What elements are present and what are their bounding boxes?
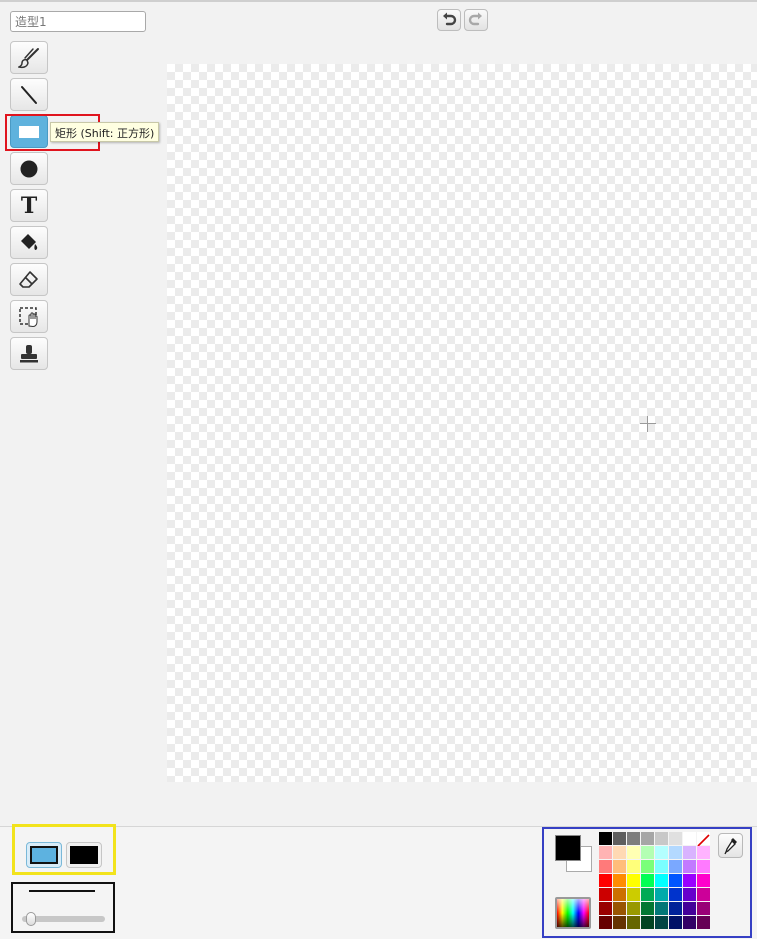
palette-color-swatch[interactable] <box>599 902 612 915</box>
palette-color-swatch[interactable] <box>669 846 682 859</box>
outline-shape-option[interactable] <box>66 842 102 868</box>
palette-color-swatch[interactable] <box>599 860 612 873</box>
stamp-icon <box>20 344 38 362</box>
palette-color-swatch[interactable] <box>613 916 626 929</box>
text-tool-button[interactable]: T <box>10 189 48 222</box>
ellipse-icon <box>20 160 38 177</box>
color-spectrum-button[interactable] <box>555 897 591 929</box>
text-icon: T <box>20 192 38 219</box>
palette-color-swatch[interactable] <box>683 916 696 929</box>
palette-color-swatch[interactable] <box>683 846 696 859</box>
filled-shape-preview <box>30 846 58 864</box>
primary-color-swatch[interactable] <box>555 835 581 861</box>
palette-color-swatch[interactable] <box>669 916 682 929</box>
undo-button[interactable] <box>437 9 461 31</box>
fill-tool-button[interactable] <box>10 226 48 259</box>
palette-color-swatch[interactable] <box>613 902 626 915</box>
palette-color-swatch[interactable] <box>655 832 668 845</box>
line-tool-button[interactable] <box>10 78 48 111</box>
ellipse-tool-button[interactable] <box>10 152 48 185</box>
palette-color-swatch[interactable] <box>641 860 654 873</box>
palette-color-swatch[interactable] <box>683 860 696 873</box>
color-palette <box>599 832 710 929</box>
eyedropper-icon <box>723 837 737 854</box>
palette-color-swatch[interactable] <box>627 860 640 873</box>
palette-color-swatch[interactable] <box>599 888 612 901</box>
palette-color-swatch[interactable] <box>641 832 654 845</box>
eraser-tool-button[interactable] <box>10 263 48 296</box>
top-border <box>0 0 757 2</box>
palette-color-swatch[interactable] <box>655 888 668 901</box>
palette-color-swatch[interactable] <box>669 874 682 887</box>
outline-shape-preview <box>70 846 98 864</box>
stamp-tool-button[interactable] <box>10 337 48 370</box>
costume-name-input[interactable] <box>10 11 146 32</box>
redo-button[interactable] <box>464 9 488 31</box>
palette-color-swatch[interactable] <box>669 902 682 915</box>
undo-icon <box>443 12 457 26</box>
palette-color-swatch[interactable] <box>697 846 710 859</box>
palette-color-swatch[interactable] <box>683 874 696 887</box>
line-icon <box>21 85 37 104</box>
palette-color-swatch[interactable] <box>613 832 626 845</box>
paint-bucket-icon <box>21 233 38 250</box>
palette-color-swatch[interactable] <box>683 902 696 915</box>
palette-color-swatch[interactable] <box>669 832 682 845</box>
undo-redo-group <box>437 9 488 31</box>
palette-color-swatch[interactable] <box>641 916 654 929</box>
palette-color-swatch[interactable] <box>655 860 668 873</box>
palette-color-swatch[interactable] <box>697 874 710 887</box>
palette-color-swatch[interactable] <box>697 916 710 929</box>
palette-color-swatch[interactable] <box>641 846 654 859</box>
stroke-width-slider-thumb[interactable] <box>25 912 36 926</box>
palette-color-swatch[interactable] <box>641 902 654 915</box>
canvas-center-crosshair <box>640 416 656 432</box>
palette-color-swatch[interactable] <box>655 846 668 859</box>
palette-color-swatch[interactable] <box>613 860 626 873</box>
no-color-swatch[interactable] <box>697 832 710 847</box>
palette-color-swatch[interactable] <box>641 888 654 901</box>
palette-color-swatch[interactable] <box>599 846 612 859</box>
drawing-canvas[interactable] <box>167 64 757 782</box>
brush-tool-button[interactable] <box>10 41 48 74</box>
palette-color-swatch[interactable] <box>627 874 640 887</box>
palette-color-swatch[interactable] <box>669 888 682 901</box>
palette-color-swatch[interactable] <box>627 902 640 915</box>
stroke-width-preview <box>29 890 95 892</box>
palette-color-swatch[interactable] <box>655 902 668 915</box>
palette-color-swatch[interactable] <box>697 888 710 901</box>
palette-color-swatch[interactable] <box>655 916 668 929</box>
palette-color-swatch[interactable] <box>683 832 696 845</box>
palette-color-swatch[interactable] <box>697 860 710 873</box>
palette-color-swatch[interactable] <box>613 888 626 901</box>
palette-color-swatch[interactable] <box>683 888 696 901</box>
palette-color-swatch[interactable] <box>627 846 640 859</box>
palette-color-swatch[interactable] <box>599 832 612 845</box>
palette-color-swatch[interactable] <box>613 846 626 859</box>
palette-color-swatch[interactable] <box>627 832 640 845</box>
palette-color-swatch[interactable] <box>627 916 640 929</box>
eraser-icon <box>19 270 38 288</box>
palette-color-swatch[interactable] <box>655 874 668 887</box>
palette-color-swatch[interactable] <box>599 874 612 887</box>
palette-color-swatch[interactable] <box>613 874 626 887</box>
palette-color-swatch[interactable] <box>599 916 612 929</box>
filled-shape-option[interactable] <box>26 842 62 868</box>
eyedropper-button[interactable] <box>718 833 743 858</box>
select-icon <box>19 306 38 327</box>
rectangle-tooltip: 矩形 (Shift: 正方形) <box>50 122 160 142</box>
palette-color-swatch[interactable] <box>697 902 710 915</box>
select-tool-button[interactable] <box>10 300 48 333</box>
brush-icon <box>18 47 39 68</box>
redo-icon <box>468 12 482 26</box>
palette-color-swatch[interactable] <box>641 874 654 887</box>
palette-color-swatch[interactable] <box>669 860 682 873</box>
palette-color-swatch[interactable] <box>627 888 640 901</box>
